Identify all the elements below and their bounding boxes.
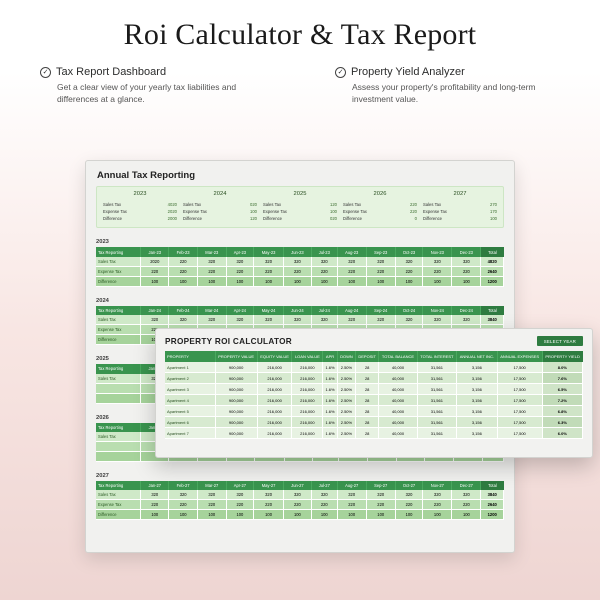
tax-table: Tax ReportingJan-23Feb-23Mar-23Apr-23May…	[96, 247, 504, 286]
feature-item: ✓ Tax Report Dashboard Get a clear view …	[40, 66, 265, 106]
table-row: Apartment 5900,000216,000216,0001.6%2.50…	[165, 406, 583, 417]
tax-year-block: 2027Tax ReportingJan-27Feb-27Mar-27Apr-2…	[96, 470, 504, 520]
annual-year: 2027	[423, 191, 497, 201]
annual-summary-col: 2023Sales Tax4020Expense Tax2020Differen…	[100, 191, 180, 222]
select-year-button[interactable]: SELECT YEAR	[537, 336, 583, 346]
sheet-title: Annual Tax Reporting	[96, 169, 504, 186]
roi-table: PROPERTYPROPERTY VALUEEQUITY VALUELOAN V…	[165, 351, 583, 439]
tax-year-label: 2024	[96, 295, 504, 306]
annual-row: Expense Tax170	[423, 208, 497, 215]
feature-title-text: Tax Report Dashboard	[56, 66, 166, 78]
table-row: Difference100100100100100100100100100100…	[96, 276, 504, 286]
table-row: Sales Tax3203203203203203203203203203203…	[96, 490, 504, 500]
annual-row: Difference020	[263, 215, 337, 222]
roi-title: PROPERTY ROI CALCULATOR	[165, 337, 292, 346]
table-row: Sales Tax2020220320320320320320320320320…	[96, 257, 504, 267]
annual-row: Expense Tax2020	[103, 208, 177, 215]
tax-year-label: 2027	[96, 470, 504, 481]
page-title: Roi Calculator & Tax Report	[0, 0, 600, 66]
annual-year: 2024	[183, 191, 257, 201]
table-row: Apartment 4900,000216,000216,0001.6%2.50…	[165, 395, 583, 406]
tax-year-label: 2023	[96, 236, 504, 247]
table-row: Apartment 7900,000216,000216,0001.6%2.50…	[165, 428, 583, 439]
annual-year: 2026	[343, 191, 417, 201]
annual-summary: 2023Sales Tax4020Expense Tax2020Differen…	[96, 186, 504, 228]
table-row: Expense Tax22022022022022022022022022022…	[96, 266, 504, 276]
table-row: Apartment 2900,000216,000216,0001.6%2.50…	[165, 373, 583, 384]
annual-row: Difference100	[423, 215, 497, 222]
annual-summary-col: 2027Sales Tax270Expense Tax170Difference…	[420, 191, 500, 222]
table-row: Expense Tax22022022022022022022022022022…	[96, 500, 504, 510]
annual-row: Difference0	[343, 215, 417, 222]
annual-row: Sales Tax220	[343, 201, 417, 208]
feature-row: ✓ Tax Report Dashboard Get a clear view …	[0, 66, 600, 106]
feature-desc: Assess your property's profitability and…	[335, 82, 560, 106]
tax-table: Tax ReportingJan-27Feb-27Mar-27Apr-27May…	[96, 481, 504, 520]
annual-row: Expense Tax100	[263, 208, 337, 215]
table-row: Apartment 1900,000216,000216,0001.6%2.50…	[165, 362, 583, 373]
tax-year-block: 2023Tax ReportingJan-23Feb-23Mar-23Apr-2…	[96, 236, 504, 286]
feature-desc: Get a clear view of your yearly tax liab…	[40, 82, 265, 106]
annual-row: Expense Tax220	[343, 208, 417, 215]
annual-row: Difference120	[183, 215, 257, 222]
annual-row: Difference2000	[103, 215, 177, 222]
annual-year: 2023	[103, 191, 177, 201]
feature-item: ✓ Property Yield Analyzer Assess your pr…	[335, 66, 560, 106]
annual-row: Sales Tax120	[263, 201, 337, 208]
annual-row: Sales Tax020	[183, 201, 257, 208]
annual-year: 2025	[263, 191, 337, 201]
table-row: Difference100100100100100100100100100100…	[96, 510, 504, 520]
table-row: Apartment 6900,000216,000216,0001.6%2.50…	[165, 417, 583, 428]
annual-row: Sales Tax270	[423, 201, 497, 208]
table-row: Sales Tax3203203203203203203203203203203…	[96, 315, 504, 325]
annual-row: Expense Tax100	[183, 208, 257, 215]
roi-calculator-sheet: PROPERTY ROI CALCULATOR SELECT YEAR PROP…	[155, 328, 593, 458]
annual-summary-col: 2025Sales Tax120Expense Tax100Difference…	[260, 191, 340, 222]
feature-title-text: Property Yield Analyzer	[351, 66, 465, 78]
check-icon: ✓	[40, 67, 51, 78]
check-icon: ✓	[335, 67, 346, 78]
table-row: Apartment 3900,000216,000216,0001.6%2.50…	[165, 384, 583, 395]
annual-summary-col: 2026Sales Tax220Expense Tax220Difference…	[340, 191, 420, 222]
annual-row: Sales Tax4020	[103, 201, 177, 208]
annual-summary-col: 2024Sales Tax020Expense Tax100Difference…	[180, 191, 260, 222]
